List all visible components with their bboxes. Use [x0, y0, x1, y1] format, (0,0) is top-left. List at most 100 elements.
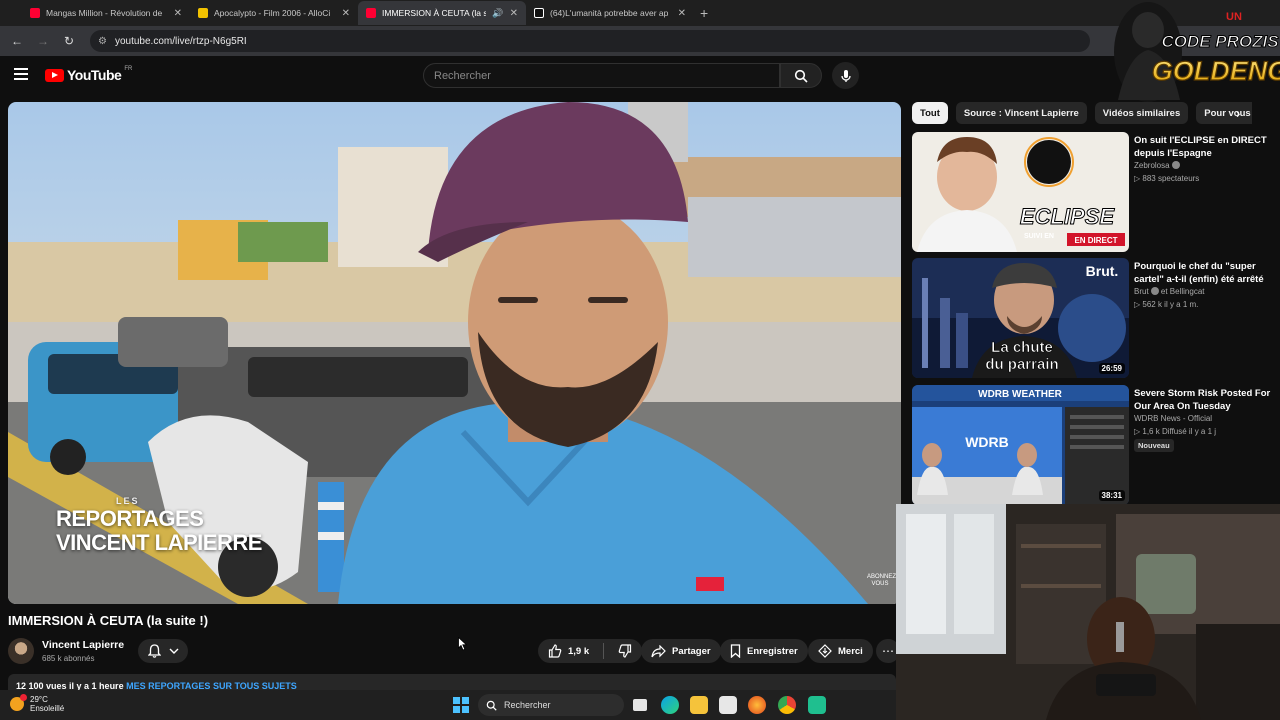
recommendation-channel[interactable]: WDRB News - Official — [1134, 414, 1212, 423]
verified-icon — [1150, 287, 1159, 295]
chevron-right-icon[interactable]: › — [1236, 106, 1240, 121]
browser-tab-active[interactable]: IMMERSION À CEUTA (la su 🔊 ✕ — [358, 1, 526, 25]
chip-all[interactable]: Tout — [912, 102, 948, 124]
windows-start-icon[interactable] — [453, 697, 469, 713]
recommendation-channel[interactable]: Zebrolosa — [1134, 161, 1180, 170]
recommendation-item[interactable]: WDRB WEATHER WDRB 38:31 Severe Storm Ris… — [912, 385, 1272, 505]
file-explorer-icon[interactable] — [690, 696, 708, 714]
recommendation-title[interactable]: On suit l'ECLIPSE en DIRECT depuis l'Esp… — [1134, 134, 1274, 160]
video-player[interactable]: LES REPORTAGES VINCENT LAPIERRE ABONNEZ … — [8, 102, 901, 604]
weather-condition: Ensoleillé — [30, 704, 65, 713]
url-text: youtube.com/live/rtzp-N6g5RI — [114, 35, 247, 47]
thumbnail-line-2: du parrain — [985, 356, 1058, 373]
new-badge: Nouveau — [1134, 439, 1174, 452]
weather-widget[interactable]: 29°C Ensoleillé — [10, 694, 65, 713]
channel-collab-text: et Bellingcat — [1160, 287, 1205, 296]
search-button[interactable] — [780, 63, 822, 88]
description-box[interactable]: 12 100 vues il y a 1 heure MES REPORTAGE… — [8, 674, 896, 690]
tab-title: Mangas Million - Révolution de — [46, 8, 163, 18]
recommendation-item[interactable]: ECLIPSE SUIVI EN EN DIRECT On suit l'ECL… — [912, 132, 1272, 252]
youtube-favicon-icon — [366, 8, 376, 18]
firefox-icon[interactable] — [748, 696, 766, 714]
browser-tab[interactable]: Mangas Million - Révolution de ✕ — [22, 1, 190, 25]
youtube-header: YouTube FR Rechercher — [0, 56, 1280, 96]
video-thumbnail[interactable]: ECLIPSE SUIVI EN EN DIRECT — [912, 132, 1129, 252]
thumbnail-eclipse-text: ECLIPSE — [1020, 204, 1115, 229]
taskbar-search-label: Rechercher — [504, 700, 551, 710]
edge-icon[interactable] — [661, 696, 679, 714]
app-icon[interactable] — [808, 696, 826, 714]
menu-icon[interactable] — [14, 68, 28, 80]
chip-for-you[interactable]: Pour vous — [1196, 102, 1252, 124]
speaker-icon[interactable]: 🔊 — [492, 8, 503, 19]
save-button[interactable]: Enregistrer — [720, 639, 808, 663]
temperature: 29°C — [30, 695, 48, 704]
channel-name-text: Brut — [1134, 287, 1149, 296]
description-hashtag[interactable]: MES REPORTAGES SUR TOUS SUJETS — [126, 681, 297, 690]
verified-icon — [1171, 161, 1180, 169]
bookmark-icon — [730, 644, 741, 658]
recommendation-meta: ▷ 1,6 k Diffusé il y a 1 j — [1134, 427, 1217, 436]
video-thumbnail[interactable]: Brut. La chute du parrain 26:59 — [912, 258, 1129, 378]
super-thanks-icon — [818, 644, 832, 658]
recommendation-channel[interactable]: Brut et Bellingcat — [1134, 287, 1205, 296]
tab-title: IMMERSION À CEUTA (la su — [382, 8, 487, 18]
close-tab-icon[interactable]: ✕ — [510, 8, 518, 19]
channel-name-text: Zebrolosa — [1134, 161, 1170, 170]
browser-toolbar: ← → ↻ ⚙ youtube.com/live/rtzp-N6g5RI — [0, 26, 1280, 56]
chip-related[interactable]: Vidéos similaires — [1094, 102, 1189, 124]
store-icon[interactable] — [719, 696, 737, 714]
streamer-overlay-logo: UN CODE PROZIS GOLDENG — [1108, 0, 1280, 104]
browser-tab[interactable]: Apocalypto - Film 2006 - AlloCi ✕ — [190, 1, 358, 25]
new-tab-button[interactable]: + — [700, 5, 708, 21]
voice-search-button[interactable] — [832, 62, 859, 89]
close-tab-icon[interactable]: ✕ — [678, 8, 686, 19]
sun-icon — [10, 694, 27, 711]
recommendation-item[interactable]: Brut. La chute du parrain 26:59 Pourquoi… — [912, 258, 1272, 378]
search-input[interactable]: Rechercher — [423, 63, 780, 88]
youtube-logo[interactable]: YouTube FR — [45, 66, 132, 83]
channel-watermark: LES REPORTAGES VINCENT LAPIERRE — [56, 496, 262, 556]
recommendation-filter-chips: Tout Source : Vincent Lapierre Vidéos si… — [912, 102, 1252, 124]
thanks-button[interactable]: Merci — [808, 639, 873, 663]
chrome-icon[interactable] — [778, 696, 796, 714]
video-thumbnail[interactable]: WDRB WEATHER WDRB 38:31 — [912, 385, 1129, 505]
alert-dot-icon — [20, 694, 27, 701]
video-title: IMMERSION À CEUTA (la suite !) — [8, 613, 209, 628]
recommendation-meta: ▷ 883 spectateurs — [1134, 174, 1200, 183]
thumbnail-logo-text: WDRB — [965, 434, 1009, 450]
allocine-favicon-icon — [198, 8, 208, 18]
thumbs-up-icon[interactable] — [548, 644, 562, 658]
streamer-webcam — [896, 504, 1280, 720]
taskbar-search[interactable]: Rechercher — [478, 694, 624, 716]
thanks-label: Merci — [838, 645, 863, 657]
recommendation-title[interactable]: Pourquoi le chef du "super cartel" a-t-i… — [1134, 260, 1274, 286]
recommendation-title[interactable]: Severe Storm Risk Posted For Our Area On… — [1134, 387, 1274, 413]
search-icon — [794, 69, 808, 83]
browser-tab[interactable]: (64)L'umanità potrebbe aver ap ✕ — [526, 1, 694, 25]
site-settings-icon[interactable]: ⚙ — [98, 36, 107, 47]
logo-line-2: CODE PROZIS — [1161, 32, 1279, 51]
like-count[interactable]: 1,9 k — [568, 646, 589, 657]
address-bar[interactable]: ⚙ youtube.com/live/rtzp-N6g5RI — [90, 30, 1090, 52]
watermark-line-2: REPORTAGES — [56, 506, 204, 531]
reload-icon[interactable]: ↻ — [58, 30, 80, 52]
close-tab-icon[interactable]: ✕ — [174, 8, 182, 19]
subscriber-count: 685 k abonnés — [42, 654, 95, 663]
recommendation-meta: ▷ 562 k il y a 1 m. — [1134, 300, 1199, 309]
close-tab-icon[interactable]: ✕ — [342, 8, 350, 19]
logo-line-3: GOLDENG — [1152, 56, 1280, 86]
share-icon — [651, 644, 666, 657]
forward-arrow-icon[interactable]: → — [32, 30, 54, 52]
thumbs-down-icon[interactable] — [618, 644, 632, 658]
thumbnail-sub-text: SUIVI EN — [1024, 233, 1054, 240]
task-view-icon[interactable] — [633, 699, 647, 711]
subscribe-corner-label: ABONNEZ VOUS — [867, 574, 897, 587]
chip-source[interactable]: Source : Vincent Lapierre — [955, 102, 1087, 124]
share-button[interactable]: Partager — [641, 639, 721, 663]
save-label: Enregistrer — [747, 645, 798, 657]
channel-avatar[interactable] — [8, 638, 34, 664]
channel-name[interactable]: Vincent Lapierre — [42, 639, 124, 651]
notification-bell-button[interactable] — [138, 639, 188, 663]
back-arrow-icon[interactable]: ← — [6, 30, 28, 52]
